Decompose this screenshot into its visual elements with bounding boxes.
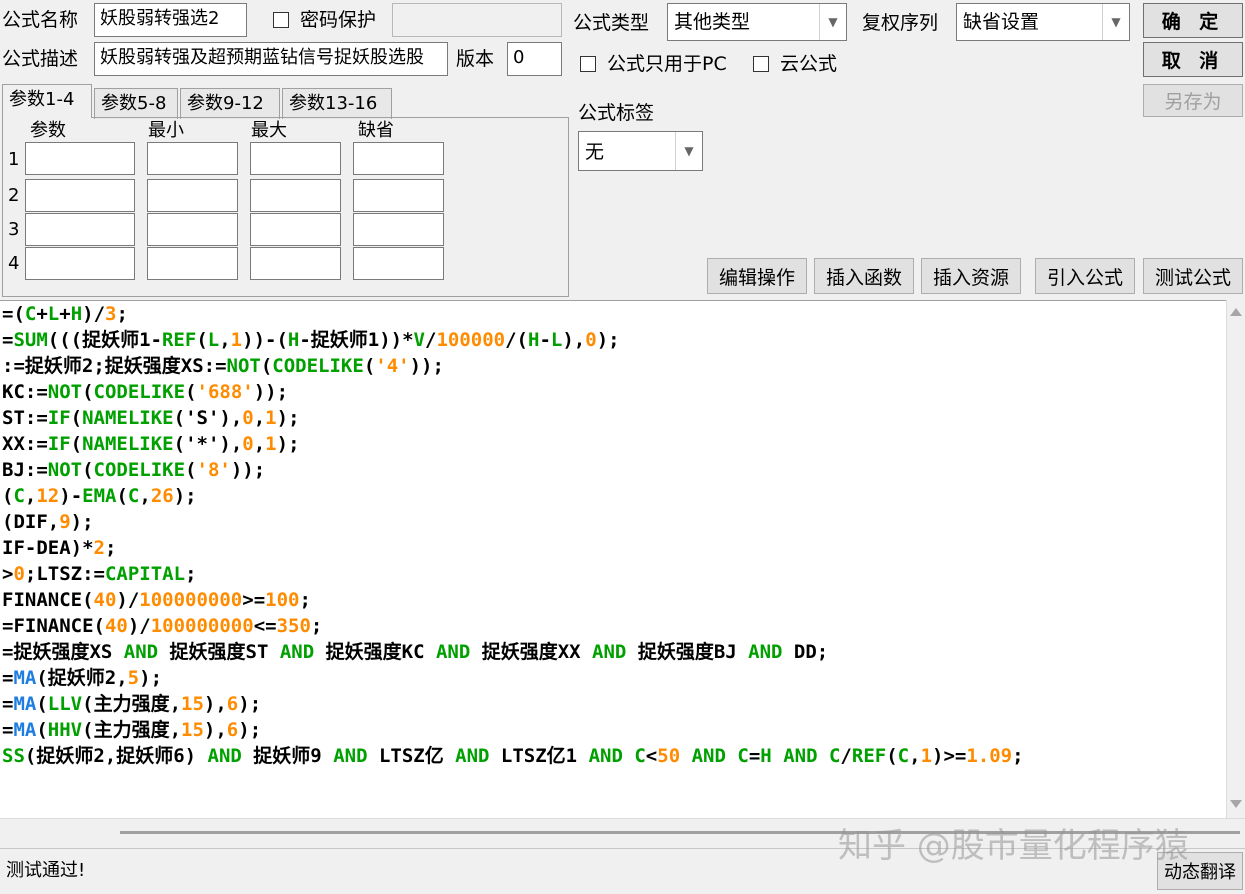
param-min-input[interactable] [147,142,238,175]
password-checkbox[interactable] [273,12,289,28]
code-line-17: =MA(HHV(主力强度,15),6); [2,719,262,741]
param-max-input[interactable] [250,142,341,175]
tab-params-9-12[interactable]: 参数9-12 [180,88,280,119]
param-max-input[interactable] [250,247,341,280]
code-line-1: =(C+L+H)/3; [2,303,128,325]
code-editor[interactable]: =(C+L+H)/3; =SUM(((捉妖师1-REF(L,1))-(H-捉妖师… [0,300,1245,818]
password-input [392,3,562,37]
vertical-scrollbar[interactable] [1226,300,1245,818]
chevron-down-icon[interactable]: ▼ [1102,4,1129,40]
status-text: 测试通过! [6,860,86,881]
tab-params-13-16[interactable]: 参数13-16 [282,88,392,119]
horizontal-scrollbar[interactable] [0,818,1245,848]
scroll-up-arrow-icon[interactable] [1230,308,1242,316]
param-row-number: 4 [8,253,20,274]
formula-type-select[interactable]: 其他类型 ▼ [667,3,847,41]
status-bar: 测试通过! 动态翻译 [0,848,1245,894]
code-line-9: (DIF,9); [2,511,94,533]
code-line-8: (C,12)-EMA(C,26); [2,485,197,507]
save-as-button: 另存为 [1143,84,1243,117]
code-line-7: BJ:=NOT(CODELIKE('8')); [2,459,266,481]
horizontal-scroll-thumb[interactable] [120,831,1240,834]
insert-function-button[interactable]: 插入函数 [814,258,914,294]
param-default-input[interactable] [353,179,444,212]
rights-value: 缺省设置 [963,11,1040,33]
param-min-input[interactable] [147,247,238,280]
param-min-input[interactable] [147,179,238,212]
pc-only-checkbox[interactable] [580,56,596,72]
formula-type-label: 公式类型 [573,12,650,34]
code-line-12: FINANCE(40)/100000000>=100; [2,589,311,611]
chevron-down-icon[interactable]: ▼ [819,4,846,40]
cloud-checkbox[interactable] [753,56,769,72]
formula-type-value: 其他类型 [674,11,751,33]
param-header-min: 最小 [148,120,184,141]
code-line-3: :=捉妖师2;捉妖强度XS:=NOT(CODELIKE('4')); [2,355,444,377]
code-line-5: ST:=IF(NAMELIKE('S'),0,1); [2,407,300,429]
param-row-number: 2 [8,185,20,206]
code-line-18: SS(捉妖师2,捉妖师6) AND 捉妖师9 AND LTSZ亿 AND LTS… [2,745,1024,767]
param-default-input[interactable] [353,213,444,246]
scroll-down-arrow-icon[interactable] [1230,800,1242,808]
param-header-max: 最大 [251,120,287,141]
test-formula-button[interactable]: 测试公式 [1143,258,1243,294]
param-max-input[interactable] [250,213,341,246]
cancel-button[interactable]: 取 消 [1143,42,1243,77]
tab-params-5-8[interactable]: 参数5-8 [94,88,178,119]
tab-params-1-4[interactable]: 参数1-4 [2,84,92,118]
formula-desc-input[interactable]: 妖股弱转强及超预期蓝钻信号捉妖股选股 [94,42,448,76]
formula-tag-value: 无 [585,141,605,163]
version-label: 版本 [456,48,495,70]
chevron-down-icon[interactable]: ▼ [675,132,702,170]
code-line-10: IF-DEA)*2; [2,537,117,559]
code-line-14: =捉妖强度XS AND 捉妖强度ST AND 捉妖强度KC AND 捉妖强度XX… [2,641,829,663]
pc-only-label: 公式只用于PC [607,53,727,75]
code-line-6: XX:=IF(NAMELIKE('*'),0,1); [2,433,300,455]
code-line-16: =MA(LLV(主力强度,15),6); [2,693,262,715]
param-max-input[interactable] [250,179,341,212]
version-input[interactable]: 0 [507,42,562,76]
formula-desc-label: 公式描述 [2,48,79,70]
param-name-input[interactable] [25,179,135,212]
code-line-15: =MA(捉妖师2,5); [2,667,163,689]
code-line-13: =FINANCE(40)/100000000<=350; [2,615,323,637]
param-min-input[interactable] [147,213,238,246]
insert-resource-button[interactable]: 插入资源 [921,258,1021,294]
code-line-2: =SUM(((捉妖师1-REF(L,1))-(H-捉妖师1))*V/100000… [2,329,620,351]
param-name-input[interactable] [25,247,135,280]
param-header-default: 缺省 [358,120,394,141]
param-name-input[interactable] [25,213,135,246]
rights-select[interactable]: 缺省设置 ▼ [956,3,1130,41]
formula-tag-label: 公式标签 [578,102,655,124]
formula-name-label: 公式名称 [2,9,79,31]
formula-tag-select[interactable]: 无 ▼ [578,131,703,171]
code-line-4: KC:=NOT(CODELIKE('688')); [2,381,289,403]
rights-label: 复权序列 [862,12,939,34]
password-label: 密码保护 [300,9,377,31]
param-row-number: 1 [8,149,20,170]
param-header-name: 参数 [30,120,66,141]
param-name-input[interactable] [25,142,135,175]
edit-ops-button[interactable]: 编辑操作 [707,258,807,294]
cloud-label: 云公式 [780,53,838,75]
param-row-number: 3 [8,219,20,240]
code-line-11: >0;LTSZ:=CAPITAL; [2,563,197,585]
dynamic-translate-button[interactable]: 动态翻译 [1157,852,1243,890]
param-default-input[interactable] [353,247,444,280]
import-formula-button[interactable]: 引入公式 [1035,258,1135,294]
param-default-input[interactable] [353,142,444,175]
formula-name-input[interactable]: 妖股弱转强选2 [94,3,247,37]
ok-button[interactable]: 确 定 [1143,3,1243,38]
